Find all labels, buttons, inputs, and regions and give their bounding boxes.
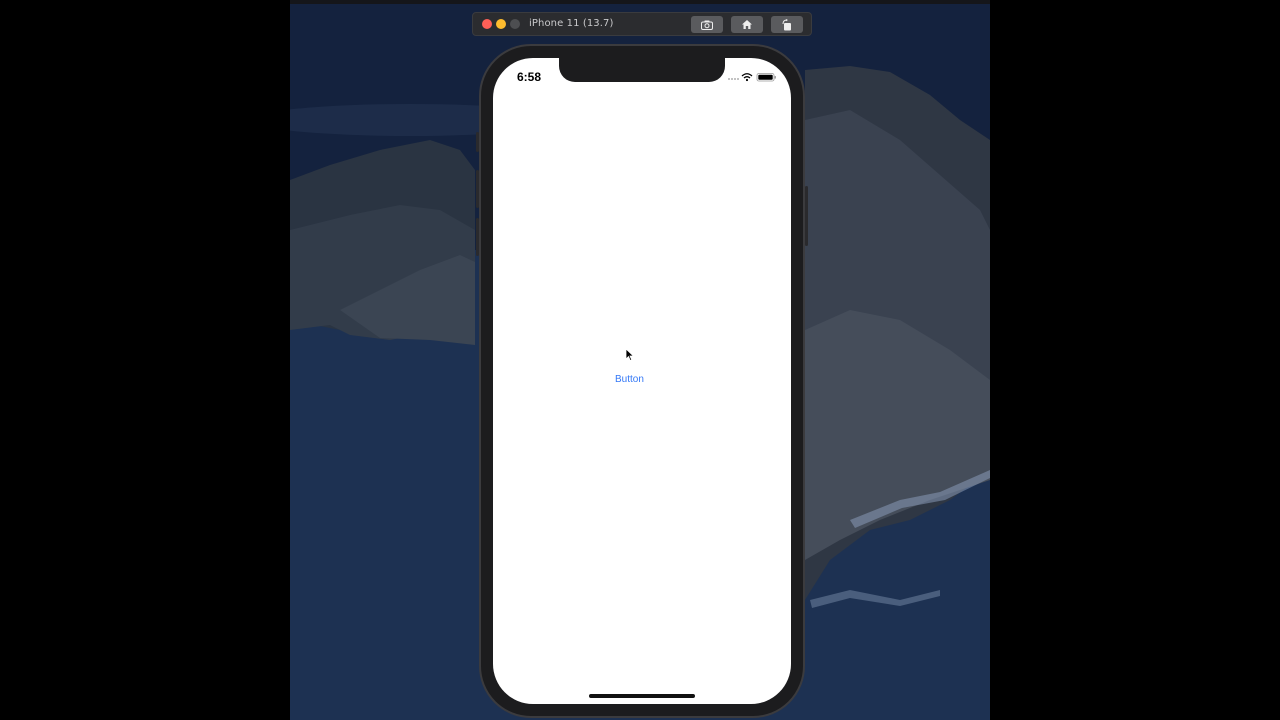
app-button[interactable]: Button <box>615 374 644 385</box>
simulator-titlebar: iPhone 11 (13.7) <box>472 12 812 36</box>
notch <box>559 58 725 82</box>
battery-icon <box>756 73 776 82</box>
home-indicator[interactable] <box>589 694 695 698</box>
rotate-button[interactable] <box>771 16 803 33</box>
zoom-window-button[interactable] <box>510 19 520 29</box>
side-button <box>805 186 808 246</box>
rotate-icon <box>782 18 791 30</box>
mouse-cursor-icon <box>625 348 635 362</box>
home-icon <box>742 20 752 29</box>
device-screen: 6:58 Button <box>493 58 791 704</box>
close-window-button[interactable] <box>482 19 492 29</box>
volume-down-button <box>476 218 479 256</box>
left-letterbox <box>0 0 290 720</box>
camera-icon <box>701 20 713 30</box>
mac-menubar <box>290 0 990 4</box>
volume-up-button <box>476 170 479 208</box>
status-time: 6:58 <box>517 70 542 84</box>
minimize-window-button[interactable] <box>496 19 506 29</box>
cellular-dots-icon <box>728 78 739 80</box>
status-icons <box>728 73 776 82</box>
right-letterbox <box>990 0 1280 720</box>
silent-switch <box>476 132 479 152</box>
wifi-icon <box>741 73 753 82</box>
simulator-title: iPhone 11 (13.7) <box>529 18 614 29</box>
home-button[interactable] <box>731 16 763 33</box>
screenshot-button[interactable] <box>691 16 723 33</box>
desktop-wallpaper: iPhone 11 (13.7) 6:58 Button <box>290 0 990 720</box>
